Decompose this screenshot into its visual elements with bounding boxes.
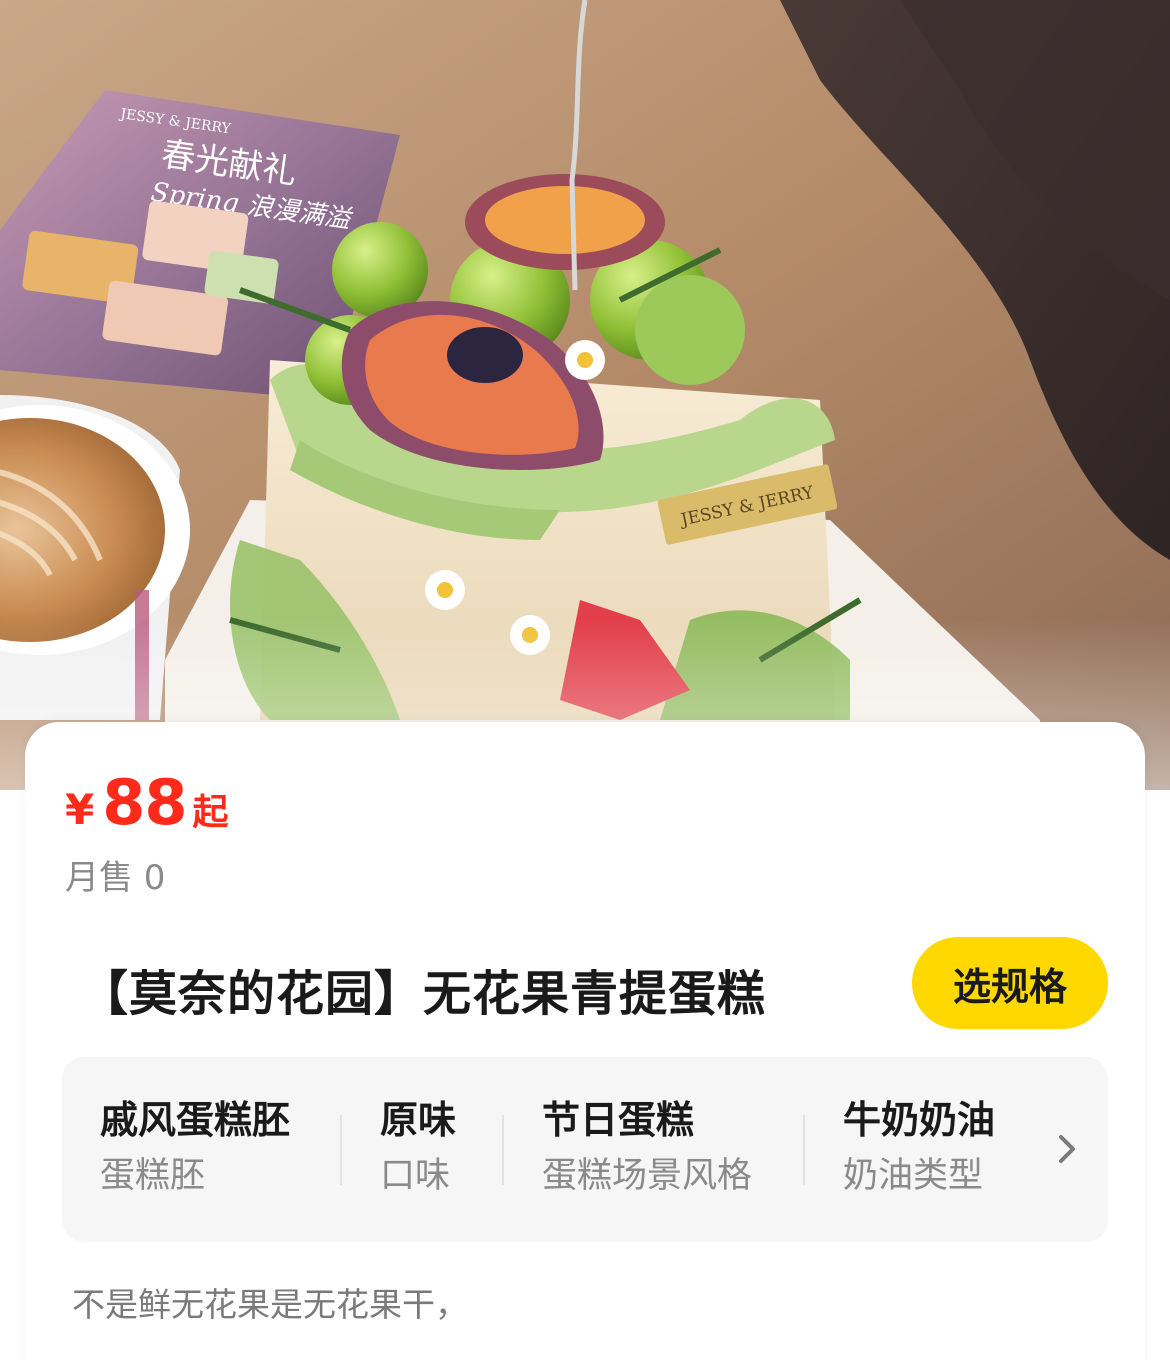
- chevron-right-icon[interactable]: [1052, 1129, 1082, 1169]
- attribute-label: 蛋糕胚: [100, 1156, 206, 1196]
- product-title: 【莫奈的花园】无花果青提蛋糕: [80, 966, 767, 1022]
- attribute-divider: [803, 1115, 805, 1185]
- product-hero-image[interactable]: JESSY & JERRY 春光献礼 Spring 浪漫满溢 JESSY & J…: [0, 0, 1170, 790]
- price-suffix: 起: [192, 792, 229, 833]
- price-currency-symbol: ¥: [65, 785, 95, 834]
- attribute-cake-base: 戚风蛋糕胚 蛋糕胚: [100, 1097, 290, 1197]
- product-detail-page: JESSY & JERRY 春光献礼 Spring 浪漫满溢 JESSY & J…: [0, 0, 1170, 1360]
- attribute-cream-type: 牛奶奶油 奶油类型: [843, 1097, 995, 1197]
- attribute-flavor: 原味 口味: [380, 1097, 456, 1197]
- attribute-value: 原味: [380, 1098, 457, 1142]
- product-info-card: ¥88 起 月售 0 【莫奈的花园】无花果青提蛋糕 选规格 戚风蛋糕胚 蛋糕胚 原…: [25, 722, 1145, 1360]
- attribute-value: 戚风蛋糕胚: [100, 1098, 291, 1142]
- attribute-label: 口味: [380, 1156, 451, 1196]
- attribute-divider: [340, 1115, 342, 1185]
- select-spec-button[interactable]: 选规格: [912, 937, 1108, 1029]
- attribute-scene-style: 节日蛋糕 蛋糕场景风格: [542, 1097, 752, 1197]
- product-description: 不是鲜无花果是无花果干，: [72, 1285, 468, 1324]
- cake-photo-illustration: JESSY & JERRY 春光献礼 Spring 浪漫满溢 JESSY & J…: [0, 0, 1170, 790]
- attribute-divider: [502, 1115, 504, 1185]
- attribute-label: 蛋糕场景风格: [542, 1156, 753, 1196]
- monthly-sales: 月售 0: [65, 858, 166, 898]
- attribute-value: 节日蛋糕: [542, 1098, 695, 1142]
- attribute-label: 奶油类型: [843, 1156, 984, 1196]
- price-value: 88: [102, 766, 187, 839]
- attribute-value: 牛奶奶油: [843, 1098, 996, 1142]
- price: ¥88 起: [65, 766, 229, 839]
- attributes-panel[interactable]: 戚风蛋糕胚 蛋糕胚 原味 口味 节日蛋糕 蛋糕场景风格 牛奶奶油 奶油类型: [62, 1057, 1108, 1242]
